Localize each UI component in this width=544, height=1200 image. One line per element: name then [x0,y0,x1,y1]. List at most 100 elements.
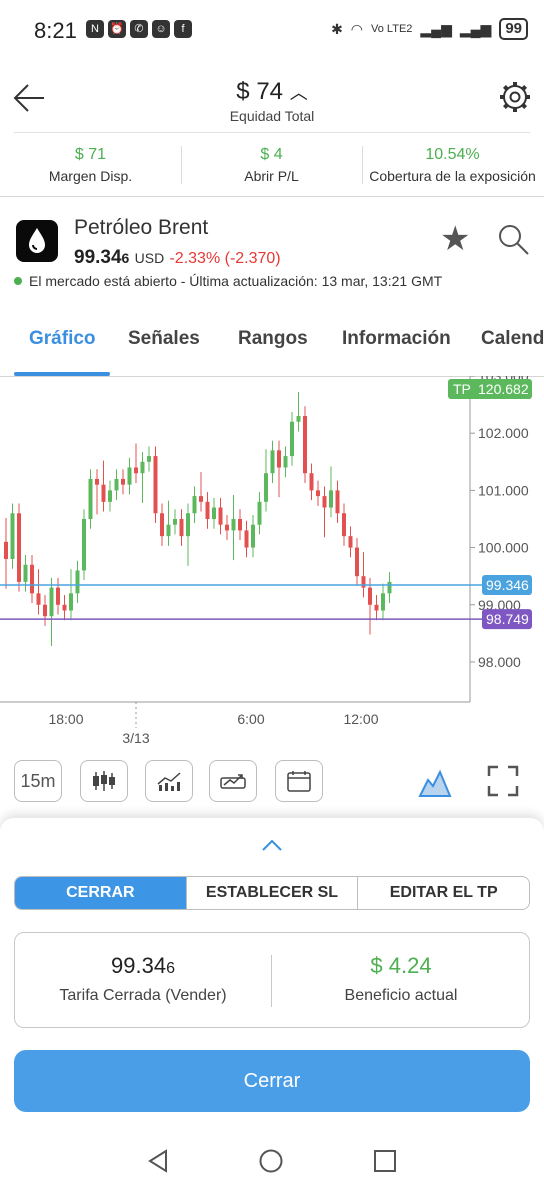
chart-style-button[interactable] [418,764,452,803]
status-time: 8:21 [34,18,77,43]
candle-body [361,576,366,588]
tab-rangos[interactable]: Rangos [238,328,308,350]
user-icon: ☺ [152,20,170,38]
y-tick-label: 101.000 [478,482,529,498]
instrument-name: Petróleo Brent [74,216,209,239]
candle-body [348,536,353,548]
candle-body [290,421,294,457]
network-label: Vo LTE2 [371,23,413,35]
candle-body [173,518,177,525]
bluetooth-icon: ✱ [331,20,343,37]
n-icon: N [86,20,104,38]
candle-body [23,564,28,582]
timeframe-button[interactable]: 15m [14,760,62,802]
nav-recents-button[interactable] [372,1148,398,1179]
oil-drop-icon [16,220,58,262]
candle-body [342,513,346,537]
trend-tools-button[interactable] [209,760,257,802]
close-info-box: 99.346 Tarifa Cerrada (Vender) $ 4.24 Be… [14,932,530,1028]
triangle-back-icon [148,1149,167,1173]
candlestick-type-button[interactable] [80,760,128,802]
chevron-up-icon [262,839,282,851]
events-button[interactable] [275,760,323,802]
candle-body [160,513,164,537]
candlestick-icon [93,771,115,791]
close-rate: 99.346 Tarifa Cerrada (Vender) [59,953,227,1004]
fullscreen-icon [487,765,519,797]
candle-body [140,461,145,474]
equity-value[interactable]: $ 74 ︿ [0,78,544,106]
whatsapp-icon: ✆ [130,20,148,38]
nav-back-button[interactable] [146,1148,172,1179]
entry-price-label: 98.749 [486,611,529,627]
mountain-chart-icon [418,769,452,797]
facebook-icon: f [174,20,192,38]
fullscreen-button[interactable] [486,764,520,803]
candle-body [179,518,184,537]
candle-body [88,478,93,519]
search-button[interactable] [496,222,532,258]
candle-body [101,484,106,502]
candle-body [335,490,340,514]
notification-icons: N ⏰ ✆ ☺ f [86,20,192,38]
x-tick-label: 18:00 [48,711,83,727]
candle-body [17,513,21,582]
settings-button[interactable] [496,78,534,116]
stat-open-pl: $ 4 Abrir P/L [244,146,299,184]
candle-body [30,564,34,594]
trend-icon [220,774,246,789]
indicators-button[interactable] [145,760,193,802]
chevron-up-icon: ︿ [289,83,308,103]
candle-body [69,593,73,611]
nav-home-button[interactable] [258,1148,284,1179]
x-tick-label: 6:00 [237,711,264,727]
tab-calendario[interactable]: Calend [481,328,544,350]
candle-body [231,518,236,531]
sheet-expand-button[interactable] [258,836,286,859]
tab-grafico[interactable]: Gráfico [29,328,96,350]
candle-body [218,507,223,525]
candle-body [153,456,158,514]
candle-body [322,496,327,508]
candle-body [4,541,8,560]
candle-body [270,450,275,474]
candle-body [36,593,41,605]
candle-body [82,518,86,571]
tp-label: TP [453,381,471,397]
candle-body [303,416,307,474]
candle-body [75,570,80,594]
candle-body [316,490,320,497]
divider [0,196,544,197]
battery-level: 99 [499,18,528,40]
candle-body [381,593,385,611]
candle-body [166,524,171,537]
gear-icon [500,82,530,112]
candle-body [108,490,112,502]
candle-body [49,587,54,617]
favorite-star-icon[interactable]: ★ [440,222,470,256]
candle-body [277,450,281,468]
stat-available-margin: $ 71 Margen Disp. [48,146,133,184]
segment-cerrar[interactable]: CERRAR [15,877,186,909]
tab-informacion[interactable]: Información [342,328,451,350]
candle-body [309,473,314,491]
segment-editar-tp[interactable]: EDITAR EL TP [357,877,529,909]
date-marker-label: 3/13 [122,730,149,746]
candle-body [244,530,249,548]
price-change: -2.33% (-2.370) [169,250,281,267]
calendar-icon [287,771,311,792]
candle-body [296,416,301,422]
close-position-button[interactable]: Cerrar [14,1050,530,1112]
x-tick-label: 12:00 [343,711,378,727]
price-chart[interactable]: 98.00099.000100.000101.000102.000103.000… [0,376,544,750]
alarm-icon: ⏰ [108,20,126,38]
candle-body [387,581,392,594]
signal-icon: ▂▄▆ [420,20,452,37]
y-tick-label: 100.000 [478,540,529,556]
tab-senales[interactable]: Señales [128,328,200,350]
current-price-label: 99.346 [486,577,529,593]
candle-body [199,496,203,502]
candle-body [10,513,15,560]
candle-body [43,604,47,617]
segment-establecer-sl[interactable]: ESTABLECER SL [185,877,358,909]
